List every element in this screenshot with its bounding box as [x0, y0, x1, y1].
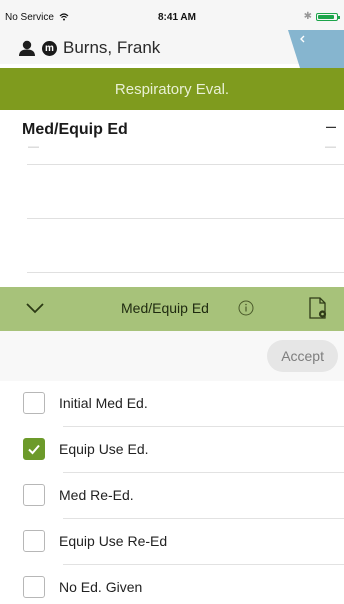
patient-banner[interactable]: m Burns, Frank [18, 38, 160, 58]
screen: No Service 8:41 AM ✱ m Burns, Frank Resp… [0, 0, 344, 604]
checkbox[interactable] [23, 392, 45, 414]
checklist-item[interactable]: Med Re-Ed. [0, 473, 344, 519]
section-value-left: — [28, 141, 39, 153]
document-settings-icon[interactable] [308, 297, 328, 319]
battery-fill [318, 14, 335, 19]
checkbox[interactable] [23, 484, 45, 506]
battery-icon [316, 12, 340, 21]
header: No Service 8:41 AM ✱ m Burns, Frank [0, 0, 344, 68]
checklist-label: Equip Use Ed. [59, 441, 149, 457]
checklist-label: Equip Use Re-Ed [59, 533, 168, 549]
back-tab-icon[interactable] [288, 30, 344, 68]
status-icons: ✱ [303, 11, 340, 22]
checkmark-icon [28, 444, 40, 455]
title-bar: Respiratory Eval. [0, 68, 344, 110]
checkbox[interactable] [23, 438, 45, 460]
accept-button[interactable]: Accept [267, 340, 338, 372]
clock: 8:41 AM [158, 12, 196, 23]
collapse-bar-title: Med/Equip Ed [121, 300, 209, 316]
collapse-bar[interactable]: Med/Equip Ed [0, 287, 344, 331]
collapse-section-icon[interactable]: – [326, 116, 336, 137]
checklist-label: Med Re-Ed. [59, 487, 134, 503]
chevron-down-icon[interactable] [26, 301, 44, 315]
info-icon[interactable] [238, 300, 254, 316]
bluetooth-icon: ✱ [303, 11, 312, 22]
checkbox[interactable] [23, 576, 45, 598]
divider [27, 218, 344, 219]
checkbox[interactable] [23, 530, 45, 552]
checklist-item[interactable]: Initial Med Ed. [0, 381, 344, 427]
page-title: Respiratory Eval. [114, 80, 230, 98]
patient-badge: m [42, 40, 57, 56]
person-icon [19, 40, 35, 56]
checklist-item[interactable]: Equip Use Re-Ed [0, 519, 344, 565]
carrier-label: No Service [5, 12, 54, 23]
section-heading: Med/Equip Ed [22, 121, 128, 138]
divider [27, 272, 344, 273]
carrier-status: No Service [5, 12, 69, 23]
checklist-item[interactable]: Equip Use Ed. [0, 427, 344, 473]
checklist-label: No Ed. Given [59, 579, 143, 595]
section-value-right: — [325, 141, 336, 153]
accept-area: Accept [0, 331, 344, 381]
divider [27, 164, 344, 165]
patient-name[interactable]: Burns, Frank [63, 38, 160, 58]
checklist-item[interactable]: No Ed. Given [0, 565, 344, 604]
checklist-label: Initial Med Ed. [59, 395, 148, 411]
wifi-icon [59, 13, 69, 21]
